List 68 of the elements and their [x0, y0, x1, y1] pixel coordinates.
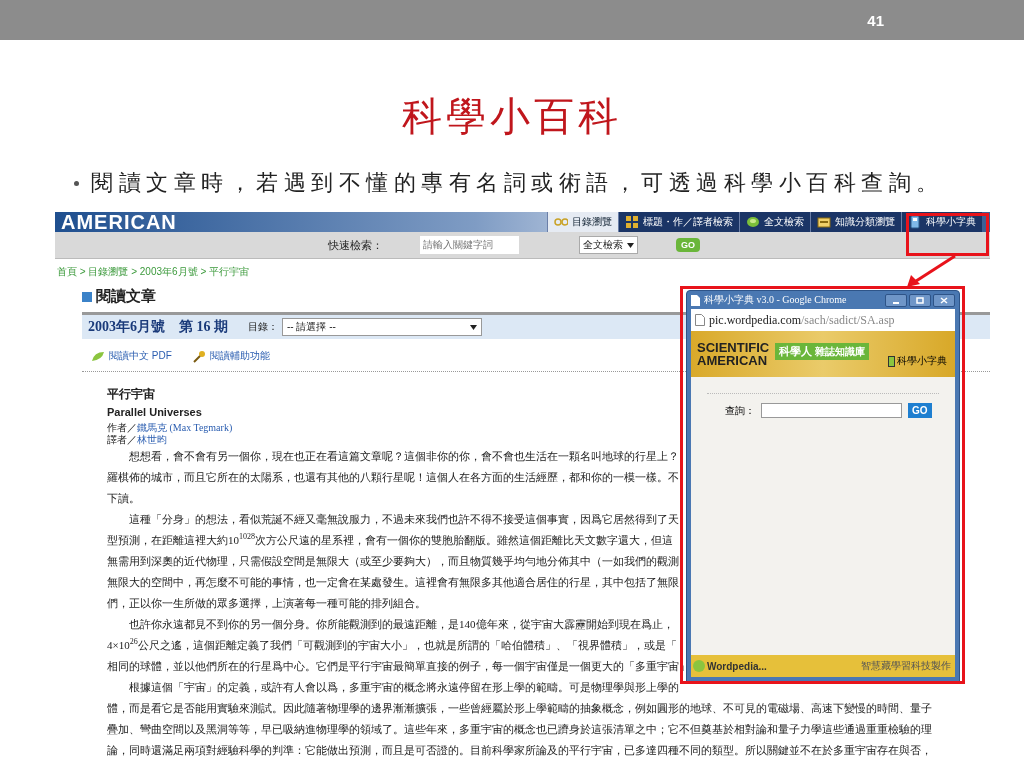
- leaf-icon: [91, 349, 105, 363]
- article-text-line: 這種「分身」的想法，看似荒誕不經又毫無說服力，不過未來我們也許不得不接受這個事實，因爲它居然得到了天: [128, 512, 679, 527]
- globe-icon: [693, 660, 705, 672]
- article-text-line: 想想看，會不會有另一個你，現在也正在看這篇文章呢？這個非你的你，會不會也生活在一顆名叫地球的行星上？: [128, 449, 679, 464]
- article-subtitle: Parallel Universes: [107, 406, 202, 418]
- article-text-line: 也許你永遠都見不到你的另一個分身。你所能觀測到的最遠距離，是140億年來，從宇宙大霹靂開始到現在爲止，: [128, 617, 674, 632]
- nav-tab[interactable]: 目錄瀏覽: [547, 212, 618, 232]
- article-text-line: 4×10$^{26}$公尺之遙，這個距離定義了我們「可觀測到的宇宙大小」，也就是所謂的「哈伯體積」、「視界體積」，或是「: [107, 636, 677, 653]
- arrow: [907, 255, 956, 287]
- article-text-line: 下讀。: [107, 491, 140, 506]
- slide-title: 科學小百科: [402, 93, 622, 141]
- footer-logo: Wordpedia...: [707, 660, 767, 672]
- query-field[interactable]: [761, 403, 902, 418]
- bullet-dot: [74, 180, 79, 186]
- article-text-line: 們，正以你一生所做的眾多選擇，上演著每一種可能的排列組合。: [107, 596, 426, 611]
- square-icon: [82, 291, 92, 302]
- book-icon: [888, 355, 895, 367]
- toc-label: 目錄：: [248, 320, 278, 334]
- search-label: 快速檢索：: [328, 237, 384, 253]
- key-icon: [191, 349, 206, 363]
- dictionary-label: 科學小字典: [897, 354, 947, 368]
- page-icon: [695, 314, 705, 326]
- close-button[interactable]: [933, 293, 955, 307]
- query-label: 查詢：: [725, 403, 755, 418]
- book-icon: [908, 215, 922, 229]
- article-text-line: 根據這個「宇宙」的定義，或許有人會以爲，多重宇宙的概念將永遠停留在形上學的範疇。可是物理學與形上學的: [128, 680, 679, 695]
- section-title: 閱讀文章: [96, 287, 156, 306]
- article-text-line: 型預測，在距離這裡大約10$^{10}$$^{28}$次方公尺遠的星系裡，會有一個你的雙胞胎翻版。雖然這個距離比天文數字還大，但這: [107, 531, 673, 548]
- author-label: 作者／: [107, 422, 137, 433]
- page-icon: [691, 294, 700, 306]
- address-bar[interactable]: pic.wordpedia.com/sach/sadict/SA.asp: [691, 309, 955, 331]
- footer-credit: 智慧藏學習科技製作: [861, 659, 951, 673]
- brand-badge: 科學人 雜誌知識庫: [775, 342, 870, 360]
- go-button[interactable]: GO: [908, 403, 932, 418]
- minimize-button[interactable]: [885, 293, 907, 307]
- caret-icon: [627, 242, 634, 248]
- article-text-line: 體，而是看它是否能用實驗來測試。因此隨著物理學的邊界漸漸擴張，一些曾經屬於形上學範疇的抽象概念，例如圓形的地球、不可見的電磁場、高速下變慢的時間、量子: [107, 701, 932, 716]
- bullet-text: 閱讀文章時，若遇到不懂的專有名詞或術語，可透過科學小百科查詢。: [91, 170, 944, 196]
- author-link[interactable]: 鐵馬克 (Max Tegmark): [137, 422, 233, 433]
- window-title: 科學小字典 v3.0 - Google Chrome: [704, 293, 847, 307]
- scope-dropdown[interactable]: 全文檢索: [579, 236, 638, 254]
- logo-text: AMERICAN: [697, 354, 769, 367]
- grid-icon: [625, 215, 639, 229]
- search-field[interactable]: 請輸入關鍵字詞: [420, 236, 519, 254]
- page-number: 41: [867, 11, 884, 29]
- glasses-icon: [554, 215, 568, 229]
- disc-icon: [746, 215, 760, 229]
- close-icon: [940, 296, 948, 304]
- toc-dropdown[interactable]: -- 請選擇 --: [282, 318, 482, 336]
- tool-link[interactable]: 閱讀中文 PDF: [91, 349, 172, 363]
- breadcrumb: 首頁 > 目錄瀏覽 > 2003年6月號 > 平行宇宙: [57, 265, 249, 279]
- article-text-line: 無需用到深奧的近代物理，只需假設空間是無限大（或至少要夠大），而且物質幾乎均勻地分佈其中（一如我們的觀測: [107, 554, 679, 569]
- article-text-line: 羅棋佈的城市，而且它所在的太陽系，也還有其他的八顆行星呢！這個人在各方面的生活經歷，都和你的一模一樣。不: [107, 470, 679, 485]
- translator-link[interactable]: 林世昀: [137, 434, 167, 445]
- article-text-line: 疊加、彎曲空間以及黑洞等等，早已吸納進物理學的領域了。這些年來，多重宇宙的概念也已躋身於這張清單之中；它不但奠基於相對論和量子力學這些通過重重檢驗的理: [107, 722, 932, 737]
- maximize-button[interactable]: [909, 293, 931, 307]
- tool-link[interactable]: 閱讀輔助功能: [191, 349, 270, 363]
- logo-text: SCIENTIFIC: [697, 341, 770, 354]
- caret-icon: [470, 324, 477, 330]
- maximize-icon: [916, 296, 924, 304]
- article-title: 平行宇宙: [107, 386, 155, 403]
- url-text: pic.wordpedia.com/sach/sadict/SA.asp: [709, 312, 895, 328]
- translator-label: 譯者／: [107, 434, 137, 445]
- article-text-line: 論，同時還滿足兩項對經驗科學的判準：它能做出預測，而且是可否證的。目前科學家所論及的平行宇宙，已多達四種不同的類型。所以關鍵並不在於多重宇宙存在與否，: [107, 743, 932, 758]
- issue-title: 2003年6月號 第 16 期: [88, 318, 228, 336]
- article-text-line: 無限大的空間中，再怎麼不可能的事情，也一定會在某處發生。這裡會有無限多其他適合居住的行星，其中包括了無限: [107, 575, 679, 590]
- site-logo: AMERICAN: [60, 212, 177, 232]
- folder-icon: [817, 215, 831, 229]
